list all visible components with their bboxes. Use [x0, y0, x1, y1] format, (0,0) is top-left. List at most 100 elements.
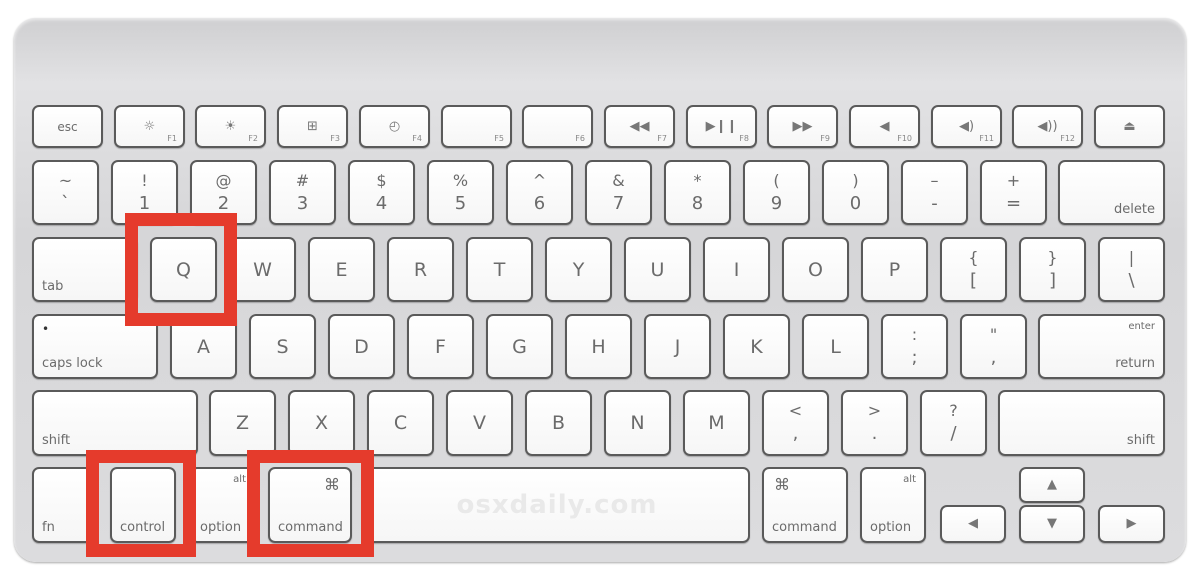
key-sym[interactable]: + =	[980, 160, 1047, 225]
key-upper-label: "	[989, 324, 998, 344]
key-upper-label: |	[1128, 247, 1135, 267]
key-f4[interactable]: ◴ F4	[359, 105, 430, 148]
key-5[interactable]: % 5	[427, 160, 494, 225]
key-w[interactable]: W	[229, 237, 296, 302]
key-x[interactable]: X	[288, 390, 355, 456]
key-arrow-left[interactable]: ◀	[940, 505, 1006, 543]
key-upper-label: +	[1006, 170, 1021, 190]
key-label: H	[591, 335, 606, 358]
key-f5[interactable]: F5	[441, 105, 512, 148]
key-f1[interactable]: ☼ F1	[114, 105, 185, 148]
key-z[interactable]: Z	[209, 390, 276, 456]
key-label: delete	[1114, 202, 1155, 217]
key-4[interactable]: $4	[348, 160, 415, 225]
key-o[interactable]: O	[782, 237, 849, 302]
key-sym[interactable]: ",	[960, 314, 1027, 379]
key-label: D	[354, 335, 369, 358]
key-label: P	[888, 258, 901, 281]
key-f12[interactable]: ◀)) F12	[1012, 105, 1083, 148]
key-sym[interactable]: <,	[762, 390, 829, 456]
key-b[interactable]: B	[525, 390, 592, 456]
expose-icon: ⊞	[307, 118, 318, 134]
key-d[interactable]: D	[328, 314, 395, 379]
key-f[interactable]: F	[407, 314, 474, 379]
key-delete[interactable]: delete	[1058, 160, 1165, 225]
key-c[interactable]: C	[367, 390, 434, 456]
key-label: A	[197, 335, 210, 358]
key-arrow-up[interactable]: ▲	[1019, 467, 1085, 503]
key-f6[interactable]: F6	[522, 105, 593, 148]
key-i[interactable]: I	[703, 237, 770, 302]
key-upper-label: !	[141, 170, 148, 190]
key-label: W	[253, 258, 272, 281]
key-sym[interactable]: – -	[901, 160, 968, 225]
key-t[interactable]: T	[466, 237, 533, 302]
key-m[interactable]: M	[683, 390, 750, 456]
key-sym[interactable]: ~ `	[32, 160, 99, 225]
key-u[interactable]: U	[624, 237, 691, 302]
key-sym[interactable]: | \	[1098, 237, 1165, 302]
key-v[interactable]: V	[446, 390, 513, 456]
key-command[interactable]: command ⌘	[762, 467, 848, 543]
fast-forward-icon: ▶▶	[792, 118, 813, 134]
key-y[interactable]: Y	[545, 237, 612, 302]
key-6[interactable]: ^ 6	[506, 160, 573, 225]
key-h[interactable]: H	[565, 314, 632, 379]
key-sym[interactable]: :;	[881, 314, 948, 379]
key-lower-label: [	[969, 269, 978, 291]
key-f2[interactable]: ☀ F2	[195, 105, 266, 148]
key-f7[interactable]: ◀◀ F7	[604, 105, 675, 148]
key-upper-label: ?	[949, 400, 958, 420]
key-upper-label: ^	[532, 170, 547, 190]
key-f3[interactable]: ⊞ F3	[277, 105, 348, 148]
key-sym[interactable]: {[	[940, 237, 1007, 302]
key-esc[interactable]: esc	[32, 105, 103, 148]
key-upper-label: :	[911, 324, 918, 344]
key-j[interactable]: J	[644, 314, 711, 379]
key-f8[interactable]: ▶❙❙ F8	[686, 105, 757, 148]
key-arrow-down[interactable]: ▼	[1019, 505, 1085, 543]
key-lower-label: ]	[1048, 269, 1057, 291]
key-label: X	[314, 412, 329, 434]
key-arrow-right[interactable]: ▶	[1098, 505, 1165, 543]
key-label: J	[674, 335, 681, 358]
key-r[interactable]: R	[387, 237, 454, 302]
key-l[interactable]: L	[802, 314, 869, 379]
key-space[interactable]: osxdaily.com	[364, 467, 750, 543]
key-3[interactable]: #3	[269, 160, 336, 225]
key-s[interactable]: S	[249, 314, 316, 379]
key-e[interactable]: E	[308, 237, 375, 302]
watermark: osxdaily.com	[456, 490, 658, 520]
key-f10[interactable]: ◀ F10	[849, 105, 920, 148]
key-lower-label: 2	[217, 192, 230, 214]
key-eject[interactable]: ⏏	[1094, 105, 1165, 148]
key-tab[interactable]: tab	[32, 237, 138, 302]
key-upper-label: }	[1047, 247, 1058, 267]
function-key-label: F11	[979, 134, 994, 143]
key-f9[interactable]: ▶▶ F9	[767, 105, 838, 148]
key-shift[interactable]: shift	[32, 390, 198, 456]
key-option[interactable]: option alt	[860, 467, 926, 543]
key-sym[interactable]: ? /	[920, 390, 987, 456]
key-label: T	[493, 258, 506, 281]
key-sym[interactable]: >.	[841, 390, 908, 456]
rewind-icon: ◀◀	[629, 118, 650, 134]
key-9[interactable]: (9	[743, 160, 810, 225]
function-key-label: F3	[330, 134, 340, 143]
key-p[interactable]: P	[861, 237, 928, 302]
key-shift[interactable]: shift	[998, 390, 1165, 456]
key-sym[interactable]: }]	[1019, 237, 1086, 302]
key-7[interactable]: & 7	[585, 160, 652, 225]
key-f11[interactable]: ◀) F11	[931, 105, 1002, 148]
key-upper-label: @	[215, 170, 232, 190]
key-k[interactable]: K	[723, 314, 790, 379]
key-8[interactable]: * 8	[664, 160, 731, 225]
key-upper-label: *	[693, 170, 702, 190]
key-n[interactable]: N	[604, 390, 671, 456]
key-return[interactable]: return enter	[1038, 314, 1165, 379]
function-key-label: F1	[167, 134, 177, 143]
key-0[interactable]: ) 0	[822, 160, 889, 225]
key-g[interactable]: G	[486, 314, 553, 379]
function-key-label: F7	[657, 134, 667, 143]
key-lower-label: =	[1005, 192, 1022, 214]
